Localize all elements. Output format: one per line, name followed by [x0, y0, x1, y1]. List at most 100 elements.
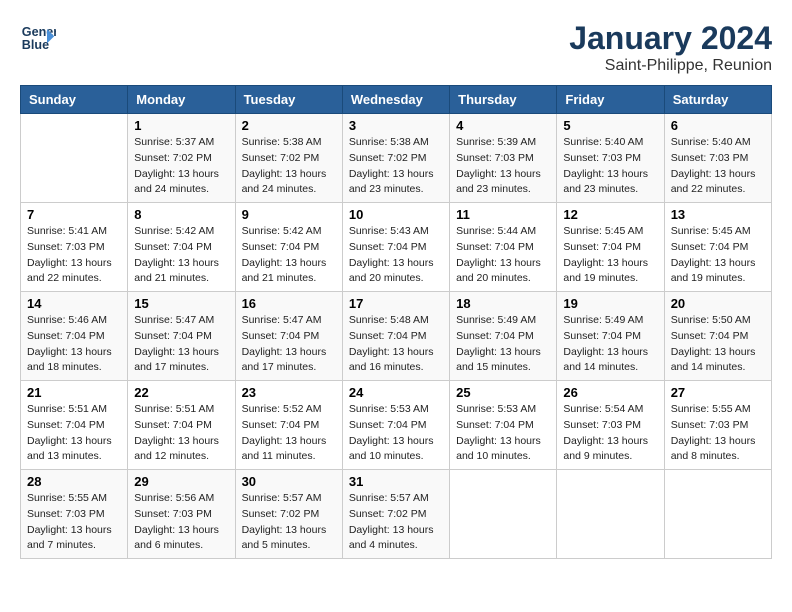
- daylight-text: Daylight: 13 hours and 9 minutes.: [563, 435, 648, 463]
- daylight-text: Daylight: 13 hours and 10 minutes.: [456, 435, 541, 463]
- day-number: 30: [242, 474, 336, 489]
- sunrise-text: Sunrise: 5:53 AM: [349, 403, 429, 415]
- sunrise-text: Sunrise: 5:48 AM: [349, 314, 429, 326]
- daylight-text: Daylight: 13 hours and 24 minutes.: [242, 168, 327, 196]
- sunset-text: Sunset: 7:04 PM: [456, 330, 534, 342]
- day-number: 14: [27, 296, 121, 311]
- sunrise-text: Sunrise: 5:45 AM: [671, 225, 751, 237]
- day-number: 15: [134, 296, 228, 311]
- day-number: 10: [349, 207, 443, 222]
- sunset-text: Sunset: 7:02 PM: [349, 152, 427, 164]
- day-number: 3: [349, 118, 443, 133]
- logo: General Blue General Blue: [20, 20, 56, 56]
- daylight-text: Daylight: 13 hours and 22 minutes.: [671, 168, 756, 196]
- day-number: 16: [242, 296, 336, 311]
- header-day-tuesday: Tuesday: [235, 86, 342, 114]
- day-number: 6: [671, 118, 765, 133]
- daylight-text: Daylight: 13 hours and 15 minutes.: [456, 346, 541, 374]
- calendar-week-0: 1 Sunrise: 5:37 AM Sunset: 7:02 PM Dayli…: [21, 114, 772, 203]
- daylight-text: Daylight: 13 hours and 21 minutes.: [242, 257, 327, 285]
- day-info: Sunrise: 5:53 AM Sunset: 7:04 PM Dayligh…: [456, 402, 550, 465]
- day-number: 2: [242, 118, 336, 133]
- calendar-cell: 12 Sunrise: 5:45 AM Sunset: 7:04 PM Dayl…: [557, 203, 664, 292]
- day-info: Sunrise: 5:47 AM Sunset: 7:04 PM Dayligh…: [134, 313, 228, 376]
- daylight-text: Daylight: 13 hours and 17 minutes.: [242, 346, 327, 374]
- sunrise-text: Sunrise: 5:55 AM: [27, 492, 107, 504]
- header-day-friday: Friday: [557, 86, 664, 114]
- day-number: 5: [563, 118, 657, 133]
- calendar-cell: [450, 470, 557, 559]
- calendar-cell: 16 Sunrise: 5:47 AM Sunset: 7:04 PM Dayl…: [235, 292, 342, 381]
- sunrise-text: Sunrise: 5:44 AM: [456, 225, 536, 237]
- daylight-text: Daylight: 13 hours and 10 minutes.: [349, 435, 434, 463]
- calendar-cell: 6 Sunrise: 5:40 AM Sunset: 7:03 PM Dayli…: [664, 114, 771, 203]
- daylight-text: Daylight: 13 hours and 11 minutes.: [242, 435, 327, 463]
- sunset-text: Sunset: 7:04 PM: [27, 330, 105, 342]
- day-number: 4: [456, 118, 550, 133]
- sunrise-text: Sunrise: 5:52 AM: [242, 403, 322, 415]
- day-info: Sunrise: 5:41 AM Sunset: 7:03 PM Dayligh…: [27, 224, 121, 287]
- day-number: 25: [456, 385, 550, 400]
- sunset-text: Sunset: 7:03 PM: [563, 419, 641, 431]
- calendar-cell: 17 Sunrise: 5:48 AM Sunset: 7:04 PM Dayl…: [342, 292, 449, 381]
- calendar-week-4: 28 Sunrise: 5:55 AM Sunset: 7:03 PM Dayl…: [21, 470, 772, 559]
- calendar-cell: 9 Sunrise: 5:42 AM Sunset: 7:04 PM Dayli…: [235, 203, 342, 292]
- day-info: Sunrise: 5:54 AM Sunset: 7:03 PM Dayligh…: [563, 402, 657, 465]
- day-number: 13: [671, 207, 765, 222]
- sunrise-text: Sunrise: 5:42 AM: [242, 225, 322, 237]
- sunrise-text: Sunrise: 5:56 AM: [134, 492, 214, 504]
- sunrise-text: Sunrise: 5:37 AM: [134, 136, 214, 148]
- calendar-subtitle: Saint-Philippe, Reunion: [569, 57, 772, 75]
- day-info: Sunrise: 5:45 AM Sunset: 7:04 PM Dayligh…: [671, 224, 765, 287]
- calendar-cell: 15 Sunrise: 5:47 AM Sunset: 7:04 PM Dayl…: [128, 292, 235, 381]
- day-number: 7: [27, 207, 121, 222]
- day-info: Sunrise: 5:51 AM Sunset: 7:04 PM Dayligh…: [134, 402, 228, 465]
- daylight-text: Daylight: 13 hours and 14 minutes.: [563, 346, 648, 374]
- daylight-text: Daylight: 13 hours and 23 minutes.: [563, 168, 648, 196]
- calendar-cell: 18 Sunrise: 5:49 AM Sunset: 7:04 PM Dayl…: [450, 292, 557, 381]
- header-row: SundayMondayTuesdayWednesdayThursdayFrid…: [21, 86, 772, 114]
- day-info: Sunrise: 5:52 AM Sunset: 7:04 PM Dayligh…: [242, 402, 336, 465]
- sunset-text: Sunset: 7:04 PM: [242, 419, 320, 431]
- daylight-text: Daylight: 13 hours and 5 minutes.: [242, 524, 327, 552]
- calendar-cell: [664, 470, 771, 559]
- daylight-text: Daylight: 13 hours and 4 minutes.: [349, 524, 434, 552]
- calendar-title: January 2024: [569, 20, 772, 57]
- sunrise-text: Sunrise: 5:54 AM: [563, 403, 643, 415]
- day-info: Sunrise: 5:42 AM Sunset: 7:04 PM Dayligh…: [242, 224, 336, 287]
- calendar-cell: 20 Sunrise: 5:50 AM Sunset: 7:04 PM Dayl…: [664, 292, 771, 381]
- calendar-cell: 7 Sunrise: 5:41 AM Sunset: 7:03 PM Dayli…: [21, 203, 128, 292]
- sunrise-text: Sunrise: 5:47 AM: [134, 314, 214, 326]
- day-info: Sunrise: 5:53 AM Sunset: 7:04 PM Dayligh…: [349, 402, 443, 465]
- day-info: Sunrise: 5:43 AM Sunset: 7:04 PM Dayligh…: [349, 224, 443, 287]
- day-number: 18: [456, 296, 550, 311]
- daylight-text: Daylight: 13 hours and 24 minutes.: [134, 168, 219, 196]
- title-block: January 2024 Saint-Philippe, Reunion: [569, 20, 772, 75]
- calendar-week-2: 14 Sunrise: 5:46 AM Sunset: 7:04 PM Dayl…: [21, 292, 772, 381]
- calendar-cell: 10 Sunrise: 5:43 AM Sunset: 7:04 PM Dayl…: [342, 203, 449, 292]
- daylight-text: Daylight: 13 hours and 22 minutes.: [27, 257, 112, 285]
- calendar-table: SundayMondayTuesdayWednesdayThursdayFrid…: [20, 85, 772, 559]
- sunrise-text: Sunrise: 5:41 AM: [27, 225, 107, 237]
- calendar-cell: 5 Sunrise: 5:40 AM Sunset: 7:03 PM Dayli…: [557, 114, 664, 203]
- calendar-cell: [21, 114, 128, 203]
- sunset-text: Sunset: 7:02 PM: [242, 152, 320, 164]
- day-info: Sunrise: 5:47 AM Sunset: 7:04 PM Dayligh…: [242, 313, 336, 376]
- header-day-wednesday: Wednesday: [342, 86, 449, 114]
- calendar-week-1: 7 Sunrise: 5:41 AM Sunset: 7:03 PM Dayli…: [21, 203, 772, 292]
- sunset-text: Sunset: 7:04 PM: [134, 419, 212, 431]
- daylight-text: Daylight: 13 hours and 19 minutes.: [563, 257, 648, 285]
- daylight-text: Daylight: 13 hours and 13 minutes.: [27, 435, 112, 463]
- sunrise-text: Sunrise: 5:40 AM: [671, 136, 751, 148]
- calendar-week-3: 21 Sunrise: 5:51 AM Sunset: 7:04 PM Dayl…: [21, 381, 772, 470]
- day-info: Sunrise: 5:38 AM Sunset: 7:02 PM Dayligh…: [242, 135, 336, 198]
- sunrise-text: Sunrise: 5:38 AM: [242, 136, 322, 148]
- sunrise-text: Sunrise: 5:57 AM: [349, 492, 429, 504]
- day-info: Sunrise: 5:44 AM Sunset: 7:04 PM Dayligh…: [456, 224, 550, 287]
- day-number: 9: [242, 207, 336, 222]
- daylight-text: Daylight: 13 hours and 20 minutes.: [456, 257, 541, 285]
- day-number: 11: [456, 207, 550, 222]
- calendar-cell: 13 Sunrise: 5:45 AM Sunset: 7:04 PM Dayl…: [664, 203, 771, 292]
- day-info: Sunrise: 5:40 AM Sunset: 7:03 PM Dayligh…: [563, 135, 657, 198]
- sunrise-text: Sunrise: 5:43 AM: [349, 225, 429, 237]
